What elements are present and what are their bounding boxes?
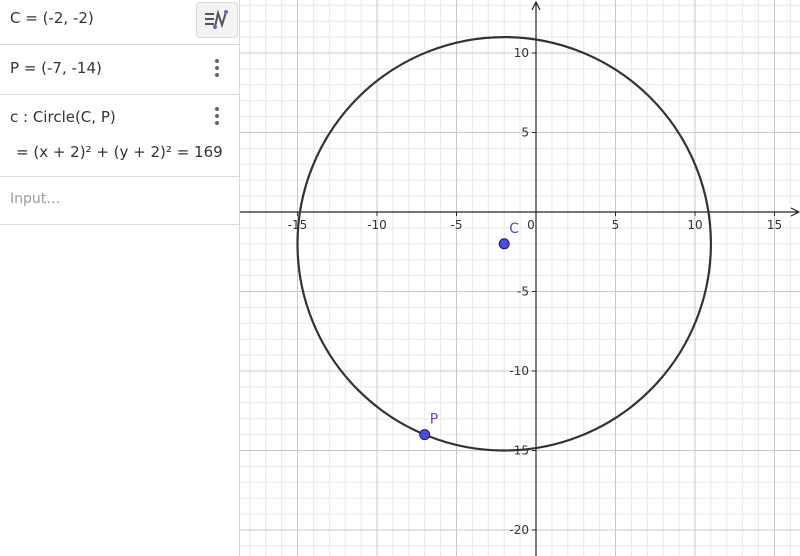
- algebra-styling-icon: [205, 9, 228, 29]
- algebra-view: C = (-2, -2) P = (-7, -14) c : Circle(C,…: [0, 0, 240, 556]
- y-tick-label: -5: [517, 285, 529, 299]
- algebra-item-text: C = (-2, -2): [10, 9, 94, 27]
- point-label: P: [430, 412, 438, 428]
- graphics-canvas[interactable]: -15 -10 -5 0 5 10 15105-5-10-15-20 CP: [240, 0, 800, 556]
- graphics-view[interactable]: -15 -10 -5 0 5 10 15 10 5 -5 -10 -15 -20 CP: [240, 0, 800, 556]
- x-tick-label: 5: [612, 218, 620, 232]
- y-tick-label: 10: [514, 46, 529, 60]
- algebra-item-value: = (x + 2)² + (y + 2)² = 169: [16, 143, 223, 161]
- x-tick-label: 10: [687, 218, 702, 232]
- vertical-dots-icon: [215, 107, 219, 111]
- x-tick-label: 0: [527, 218, 535, 232]
- y-tick-label: 5: [521, 126, 529, 140]
- algebra-item-text: c : Circle(C, P): [10, 108, 116, 126]
- algebra-item-p-point[interactable]: P = (-7, -14): [0, 45, 239, 95]
- x-tick-label: 15: [767, 218, 782, 232]
- algebra-item-text: P = (-7, -14): [10, 59, 102, 77]
- point-c[interactable]: [498, 238, 510, 250]
- algebra-item-circle[interactable]: c : Circle(C, P) = (x + 2)² + (y + 2)² =…: [0, 95, 239, 177]
- more-options-button[interactable]: [209, 57, 225, 79]
- x-tick-label: -10: [367, 218, 387, 232]
- input-placeholder: Input…: [10, 191, 61, 207]
- y-tick-label: -10: [509, 364, 529, 378]
- point-label: C: [509, 221, 519, 237]
- point-p[interactable]: [419, 429, 431, 441]
- x-tick-label: -5: [451, 218, 463, 232]
- y-tick-label: -20: [509, 523, 529, 537]
- algebra-input-row[interactable]: Input…: [0, 177, 239, 225]
- algebra-styling-button[interactable]: [196, 2, 238, 38]
- algebra-item-c-point[interactable]: C = (-2, -2): [0, 0, 239, 45]
- vertical-dots-icon: [215, 59, 219, 63]
- more-options-button[interactable]: [209, 105, 225, 127]
